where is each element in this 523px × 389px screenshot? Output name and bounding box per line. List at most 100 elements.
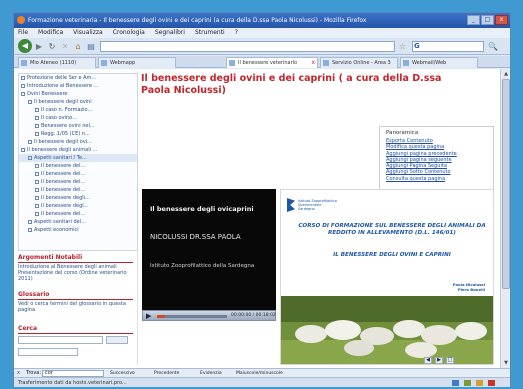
tree-item[interactable]: Il caso ovino... — [19, 114, 137, 122]
video-player[interactable]: Il benessere degli ovicaprini NICOLUSSI … — [142, 189, 276, 310]
find-input[interactable]: cor — [42, 370, 104, 377]
minimize-button[interactable]: _ — [467, 15, 480, 25]
tree-node-icon[interactable] — [35, 163, 39, 168]
site-search-options[interactable] — [18, 348, 78, 356]
tab-webmail[interactable]: Webmail/Web — [400, 57, 478, 68]
slide-prev-icon[interactable]: ◀ — [424, 357, 432, 364]
tree-item-label: Il caso ovino... — [41, 115, 77, 121]
tree-node-icon[interactable] — [28, 139, 32, 144]
download-icon[interactable] — [476, 380, 483, 386]
tree-node-icon[interactable] — [28, 219, 32, 224]
tree-item[interactable]: Il benessere degli ovi... — [19, 138, 137, 146]
tree-node-icon[interactable] — [35, 171, 39, 176]
tree-node-icon[interactable] — [35, 187, 39, 192]
divider — [18, 299, 133, 300]
video-title: Il benessere degli ovicaprini — [150, 205, 254, 213]
tree-item[interactable]: Aspetti economici — [19, 226, 137, 234]
tree-item[interactable]: Il benessere degli animali ... — [19, 146, 137, 154]
tree-node-icon[interactable] — [35, 211, 39, 216]
tree-node-icon[interactable] — [35, 131, 39, 136]
tree-node-icon[interactable] — [21, 75, 25, 80]
menu-file[interactable]: File — [18, 28, 28, 38]
tree-node-icon[interactable] — [28, 99, 32, 104]
menu-edit[interactable]: Modifica — [38, 28, 63, 38]
glossary-link[interactable]: Vedi o cerca termini del glossario in qu… — [18, 301, 133, 313]
tab-mio-ateneo[interactable]: Mio Ateneo (1110) — [18, 57, 96, 68]
search-input[interactable]: G — [412, 41, 484, 52]
menu-view[interactable]: Visualizza — [73, 28, 103, 38]
slide-next-icon[interactable]: ▶ — [435, 357, 443, 364]
menu-tools[interactable]: Strumenti — [195, 28, 225, 38]
tree-node-icon[interactable] — [28, 227, 32, 232]
tree-node-icon[interactable] — [35, 107, 39, 112]
glossary-heading: Glossario — [18, 291, 50, 298]
menu-history[interactable]: Cronologia — [113, 28, 145, 38]
tree-item[interactable]: Il benessere del... — [19, 178, 137, 186]
tree-item[interactable]: Il benessere del... — [19, 162, 137, 170]
tree-item-label: Aspetti sanitari del... — [34, 219, 86, 225]
stop-icon[interactable]: ✕ — [60, 40, 70, 53]
tree-node-icon[interactable] — [35, 123, 39, 128]
tree-node-icon[interactable] — [21, 147, 25, 152]
tab-label: Servizio Online - Area 3 — [332, 60, 391, 66]
tab-benessere[interactable]: Il benessere veterinario x — [226, 57, 318, 68]
related-topic-link[interactable]: Presentazione del corso (Ordine veterina… — [18, 270, 133, 282]
tree-item[interactable]: Regg. 1/05 (CE) n... — [19, 130, 137, 138]
home-icon[interactable]: ⌂ — [73, 40, 83, 53]
search-icon[interactable]: 🔍 — [487, 40, 499, 53]
tree-node-icon[interactable] — [35, 179, 39, 184]
tree-item[interactable]: Ovini Benessere — [19, 90, 137, 98]
tab-favicon — [21, 60, 27, 66]
site-search-button[interactable] — [106, 336, 128, 344]
tab-close-icon[interactable]: x — [311, 58, 315, 68]
tree-item[interactable]: Aspetti sanitari / Te... — [19, 154, 137, 162]
maximize-button[interactable]: □ — [481, 15, 494, 25]
tree-item[interactable]: Il caso n. Formazio... — [19, 106, 137, 114]
slide-author: Piero Bonelli — [457, 287, 485, 292]
block-icon[interactable] — [488, 380, 495, 386]
overview-link-consult[interactable]: Consulta questa pagina — [386, 176, 493, 182]
tab-webmapp[interactable]: Webmapp — [98, 57, 176, 68]
forward-arrow-icon[interactable]: ▶ — [34, 40, 44, 53]
tree-node-icon[interactable] — [35, 195, 39, 200]
scroll-up-icon[interactable]: ▲ — [502, 70, 510, 78]
tree-node-icon[interactable] — [21, 83, 25, 88]
window-controls: _ □ x — [467, 15, 508, 25]
tree-item[interactable]: Introduzione al Benessere ... — [19, 82, 137, 90]
play-icon[interactable]: ▶ — [146, 312, 151, 320]
tree-item[interactable]: Il benessere del... — [19, 210, 137, 218]
scroll-down-icon[interactable]: ▼ — [502, 359, 510, 367]
tab-servizio-online[interactable]: Servizio Online - Area 3 — [320, 57, 398, 68]
tree-item[interactable]: Il benessere del... — [19, 170, 137, 178]
tree-item[interactable]: Il benessere degl... — [19, 202, 137, 210]
slide-fullscreen-icon[interactable]: □ — [446, 357, 454, 364]
tree-item[interactable]: Protezione delle Ser e Am... — [19, 74, 137, 82]
scroll-thumb[interactable] — [502, 79, 510, 289]
address-bar[interactable] — [100, 41, 395, 52]
vertical-scrollbar[interactable]: ▲ ▼ — [500, 69, 510, 368]
addon-icon[interactable] — [452, 380, 459, 386]
tree-item[interactable]: Il benessere degli... — [19, 194, 137, 202]
tab-bar: Mio Ateneo (1110) Webmapp Il benessere v… — [14, 56, 510, 68]
tree-node-icon[interactable] — [35, 115, 39, 120]
tree-item[interactable]: Benessere ovini nel... — [19, 122, 137, 130]
tree-item[interactable]: Il benessere del... — [19, 186, 137, 194]
tree-item[interactable]: Aspetti sanitari del... — [19, 218, 137, 226]
video-progress — [157, 315, 166, 318]
back-arrow-icon[interactable]: ◀ — [18, 39, 32, 53]
tree-node-icon[interactable] — [28, 155, 32, 160]
security-icon — [464, 380, 471, 386]
tree-node-icon[interactable] — [35, 203, 39, 208]
menu-bookmarks[interactable]: Segnalibri — [155, 28, 185, 38]
video-institute: Istituto Zooprofilattico della Sardegna — [150, 263, 255, 269]
tree-node-icon[interactable] — [21, 91, 25, 96]
bookmark-star-icon[interactable]: ☆ — [399, 40, 409, 53]
tree-item[interactable]: Il benessere degli ovini — [19, 98, 137, 106]
reload-icon[interactable]: ↻ — [47, 40, 57, 53]
tree-item-label: Il benessere del... — [41, 171, 86, 177]
video-seek-bar[interactable] — [157, 315, 227, 318]
overview-title: Panoramica — [386, 130, 419, 136]
close-button[interactable]: x — [495, 15, 508, 25]
site-search-input[interactable] — [18, 336, 103, 344]
menu-help[interactable]: ? — [235, 28, 238, 38]
